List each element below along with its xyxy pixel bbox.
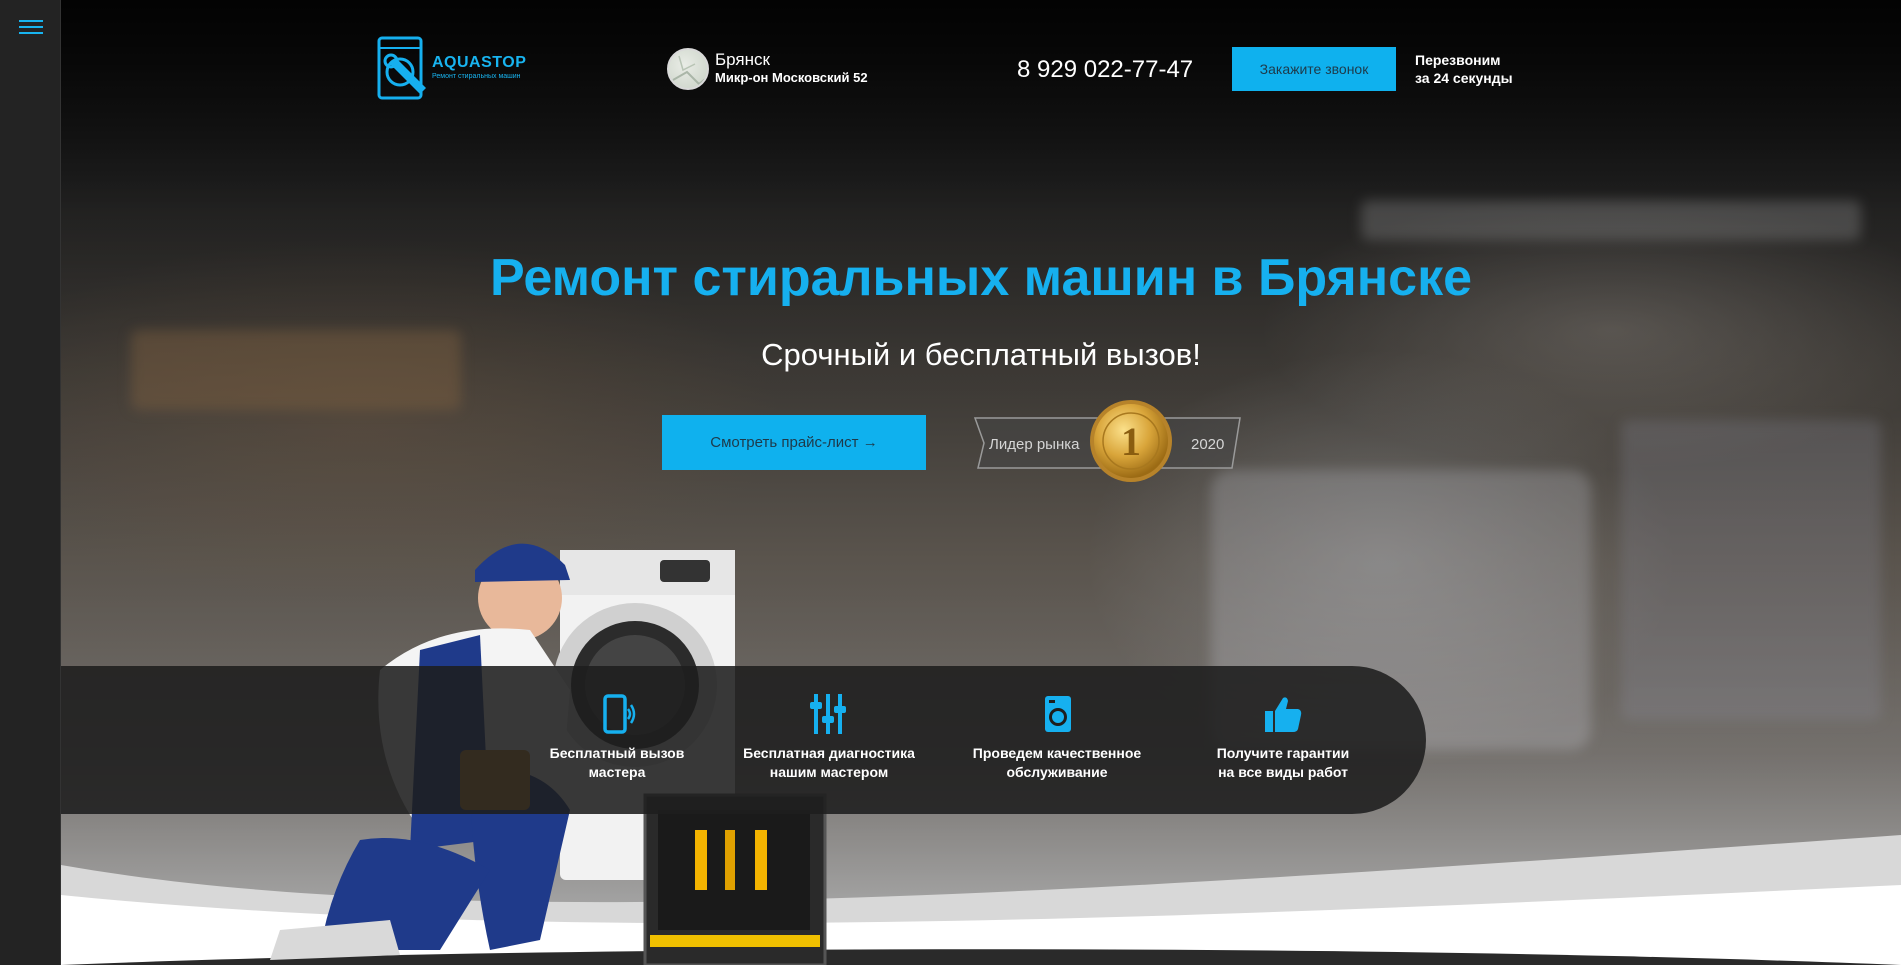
feature-text: Получите гарантии на все виды работ [1183,744,1383,782]
feature-line2: мастера [588,764,646,780]
badge-label: Лидер рынка [989,436,1080,453]
price-list-button[interactable]: Смотреть прайс-лист → [662,415,926,470]
feature-line1: Получите гарантии [1216,745,1350,761]
hero-title: Ремонт стиральных машин в Брянске [489,249,1473,307]
callback-button[interactable]: Закажите звонок [1232,47,1396,91]
menu-burger-icon[interactable] [19,20,43,36]
feature-text: Проведем качественное обслуживание [957,744,1157,782]
feature-line2: нашим мастером [769,764,889,780]
washer-wrench-icon [377,36,426,100]
phone-number[interactable]: 8 929 022-77-47 [1017,56,1193,84]
brand-tagline: Ремонт стиральных машин [432,73,521,80]
brand-name: AQUASTOP [432,54,527,71]
phone-icon [603,694,636,734]
feature-line2: обслуживание [1006,764,1108,780]
brand-logo[interactable]: AQUASTOP Ремонт стиральных машин [376,36,536,102]
feature-line1: Бесплатный вызов [549,745,685,761]
feature-line2: на все виды работ [1218,764,1348,780]
left-sidebar [0,0,61,965]
callback-note-line2: за 24 секунды [1415,70,1513,86]
badge-year: 2020 [1191,436,1225,453]
map-thumbnail[interactable] [667,48,709,90]
thumbs-up-icon [1265,697,1302,732]
gold-medal-icon: 1 [1090,400,1172,482]
diagnostics-icon [810,694,846,734]
feature-item: Проведем качественное обслуживание [957,694,1157,782]
feature-item: Бесплатный вызов мастера [517,694,717,782]
feature-line1: Проведем качественное [972,745,1142,761]
feature-text: Бесплатная диагностика нашим мастером [729,744,929,782]
city-name: Брянск [715,50,770,69]
feature-item: Получите гарантии на все виды работ [1183,694,1383,782]
market-leader-badge: Лидер рынка 2020 1 [970,396,1245,488]
medal-rank: 1 [1121,419,1141,464]
feature-line1: Бесплатная диагностика [743,745,915,761]
washing-machine-icon [1045,696,1071,732]
features-bar: Бесплатный вызов мастера Бесплатная диаг… [61,666,1426,814]
feature-text: Бесплатный вызов мастера [517,744,717,782]
feature-item: Бесплатная диагностика нашим мастером [729,694,929,782]
callback-note: Перезвоним за 24 секунды [1415,51,1513,87]
hero-subtitle: Срочный и бесплатный вызов! [761,337,1201,372]
callback-note-line1: Перезвоним [1415,52,1501,68]
address: Микр-он Московский 52 [715,70,868,85]
